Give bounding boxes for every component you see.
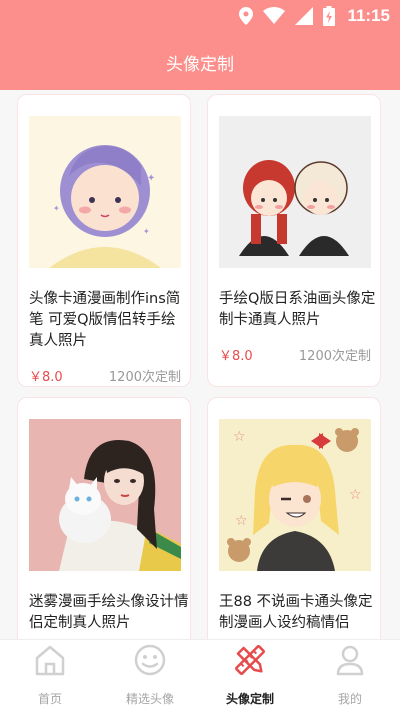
product-card[interactable]: 迷雾漫画手绘头像设计情侣定制真人照片 (17, 397, 191, 639)
product-name: 手绘Q版日系油画头像定制卡通真人照片 (219, 291, 376, 328)
svg-text:☆: ☆ (235, 513, 248, 529)
battery-icon (323, 6, 336, 26)
product-sales: 1200次定制 (108, 370, 181, 385)
product-name: 迷雾漫画手绘头像设计情侣定制真人照片 (29, 594, 189, 631)
header: 11:15 头像定制 (0, 0, 400, 90)
product-name: 王88 不说画卡通头像定制漫画人设约稿情侣 (219, 594, 373, 631)
tab-avatar-custom[interactable]: 头像定制 (200, 640, 300, 711)
product-name: 头像卡通漫画制作ins简笔 可爱Q版情侣转手绘真人照片 (29, 291, 181, 349)
pen-ruler-icon (235, 645, 265, 675)
status-time: 11:15 (347, 6, 390, 25)
product-grid: ✦ ✦ ✦ 头像卡通漫画制作ins简笔 可爱Q版情侣转手绘真人照片 ￥8.0 1… (0, 90, 400, 639)
svg-text:✦: ✦ (147, 173, 155, 184)
product-price: ￥8.0 (29, 370, 63, 385)
product-image (29, 419, 181, 571)
product-image: ✦ ✦ ✦ (29, 116, 181, 268)
home-icon (35, 645, 65, 676)
product-card[interactable]: ✦ ✦ ✦ 头像卡通漫画制作ins简笔 可爱Q版情侣转手绘真人照片 ￥8.0 1… (17, 94, 191, 387)
svg-text:✦: ✦ (53, 204, 60, 213)
product-image (219, 116, 371, 268)
wifi-icon (263, 7, 286, 24)
page-title: 头像定制 (166, 55, 234, 75)
product-card[interactable]: 手绘Q版日系油画头像定制卡通真人照片 ￥8.0 1200次定制 (207, 94, 381, 387)
product-card[interactable]: ☆ ☆ ☆ 王88 不说画卡通头像定制漫画人设约稿情侣 (207, 397, 381, 639)
tab-label: 首页 (37, 692, 62, 706)
bottom-tab-bar: 首页 精选头像 头像定制 我的 (0, 639, 400, 711)
tab-label: 头像定制 (225, 692, 274, 706)
tab-label: 精选头像 (125, 692, 174, 706)
product-image: ☆ ☆ ☆ (219, 419, 371, 571)
status-icons: 11:15 (239, 6, 390, 26)
svg-text:☆: ☆ (233, 429, 246, 445)
product-price: ￥8.0 (219, 349, 253, 364)
tab-label: 我的 (337, 692, 362, 706)
status-bar: 11:15 (0, 0, 400, 32)
signal-icon (295, 7, 314, 25)
tab-featured-avatars[interactable]: 精选头像 (100, 640, 200, 711)
svg-text:✦: ✦ (143, 227, 150, 236)
location-icon (239, 7, 254, 25)
product-sales: 1200次定制 (298, 349, 371, 364)
smiley-icon (134, 644, 166, 676)
tab-home[interactable]: 首页 (0, 640, 100, 711)
svg-text:☆: ☆ (349, 487, 362, 503)
tab-profile[interactable]: 我的 (300, 640, 400, 711)
user-icon (336, 645, 364, 676)
